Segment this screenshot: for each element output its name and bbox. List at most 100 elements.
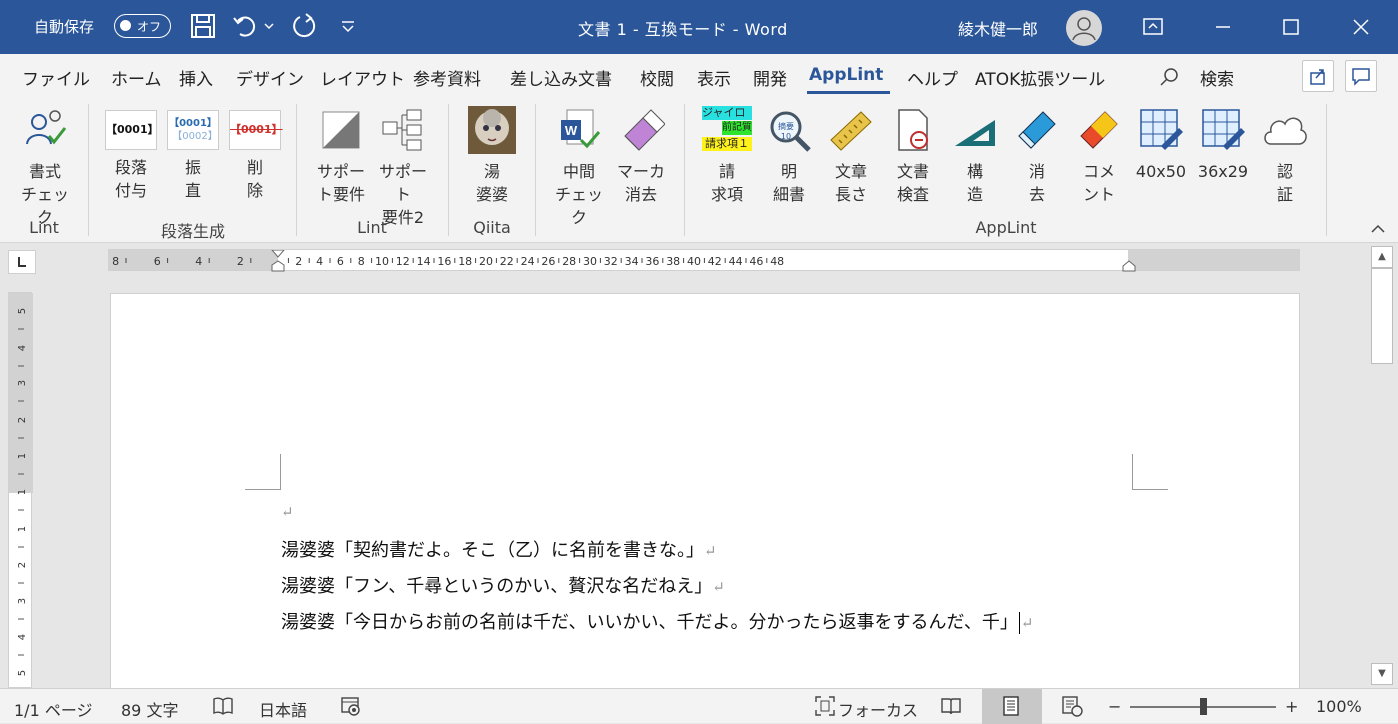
close-icon[interactable]: [1338, 0, 1384, 54]
zoom-out-button[interactable]: −: [1108, 697, 1121, 716]
zoom-in-button[interactable]: +: [1285, 697, 1298, 716]
tab-references[interactable]: 参考資料: [413, 65, 481, 90]
renumber-button[interactable]: 【0001】 【0002】 振 直: [162, 106, 224, 202]
proofing-book-icon[interactable]: [212, 695, 234, 717]
web-layout-icon[interactable]: [1061, 695, 1083, 717]
grid-pencil-icon: [1199, 106, 1247, 154]
claims-button[interactable]: ジャイロ 前記質 請求項１ 請 求項: [696, 106, 758, 206]
delete-number-button[interactable]: 【0001】 削 除: [224, 106, 286, 202]
collapse-ribbon-icon[interactable]: [1370, 220, 1386, 239]
right-indent-marker[interactable]: [1122, 260, 1136, 272]
tab-insert[interactable]: 挿入: [179, 65, 213, 90]
group-lint-1: Lint: [29, 218, 59, 237]
customize-toolbar-icon[interactable]: [338, 12, 368, 42]
group-separator: [1326, 104, 1327, 236]
grid-40x50-button[interactable]: 40x50: [1130, 106, 1192, 183]
focus-label[interactable]: フォーカス: [838, 697, 918, 721]
vruler-label: 1: [17, 526, 28, 532]
renumber-label: 振 直: [184, 158, 201, 200]
paragraph-number-button[interactable]: 【0001】 段落 付与: [100, 106, 162, 202]
tab-home[interactable]: ホーム: [111, 65, 162, 90]
vruler-label: 5: [17, 308, 28, 314]
tab-view[interactable]: 表示: [697, 65, 731, 90]
document-paragraph[interactable]: 湯婆婆「今日からお前の名前は千だ、いいかい、千だよ。分かったら返事をするんだ、千…: [281, 608, 1034, 634]
triangle-ruler-icon: [951, 106, 999, 154]
magnifier-icon: 摘要10: [765, 106, 813, 154]
accessibility-icon[interactable]: [340, 695, 362, 717]
document-paragraph[interactable]: 湯婆婆「契約書だよ。そこ（乙）に名前を書きな。」↵: [281, 536, 717, 562]
scroll-up-icon[interactable]: ▲: [1371, 246, 1393, 268]
support-req2-button[interactable]: サポート 要件2: [372, 106, 434, 229]
grid-36x29-button[interactable]: 36x29: [1192, 106, 1254, 183]
focus-icon[interactable]: [814, 695, 836, 717]
document-paragraph[interactable]: 湯婆婆「フン、千尋というのかい、贅沢な名だねえ」↵: [281, 572, 725, 598]
erase-button[interactable]: 消 去: [1006, 106, 1068, 206]
ruler-label: 4: [195, 255, 202, 268]
tab-help[interactable]: ヘルプ: [907, 65, 958, 90]
hanging-indent-marker[interactable]: [271, 260, 285, 272]
tab-selector[interactable]: [8, 250, 36, 274]
tab-layout[interactable]: レイアウト: [320, 65, 405, 90]
claims-icon: ジャイロ 前記質 請求項１: [702, 106, 752, 154]
tab-developer[interactable]: 開発: [753, 65, 787, 90]
yubaba-label: 湯 婆婆: [475, 162, 508, 204]
user-name[interactable]: 綾木健一郎: [958, 16, 1038, 40]
search-icon[interactable]: [1158, 66, 1180, 88]
interim-check-button[interactable]: W 中間 チェック: [548, 106, 610, 229]
comments-icon[interactable]: [1345, 60, 1377, 92]
read-mode-icon[interactable]: [940, 695, 962, 717]
vruler-ticks: 5 4 3 2 1 1 1 2 3 4 5: [17, 308, 28, 676]
tab-applint[interactable]: AppLint: [809, 65, 883, 85]
tab-review[interactable]: 校閲: [640, 65, 674, 90]
ruler-label: 8: [358, 255, 365, 268]
clear-marker-button[interactable]: マーカ 消去: [610, 106, 672, 206]
minimize-icon[interactable]: [1200, 0, 1246, 54]
svg-text:W: W: [565, 123, 578, 138]
vertical-ruler[interactable]: 5 4 3 2 1 1 1 2 3 4 5: [8, 292, 33, 688]
tab-file[interactable]: ファイル: [22, 65, 90, 90]
horizontal-ruler[interactable]: 8 6 4 2 2 4 6 8 10 12 14 16 18 20 22 24 26 28 30 32 34 36 38 40…: [108, 249, 1300, 272]
share-icon[interactable]: [1302, 60, 1334, 92]
yubaba-button[interactable]: 湯 婆婆: [461, 106, 523, 206]
save-icon[interactable]: [189, 12, 219, 42]
grid-36x29-label: 36x29: [1197, 162, 1249, 181]
print-layout-icon[interactable]: [1000, 695, 1022, 717]
maximize-icon[interactable]: [1268, 0, 1314, 54]
support-req-button[interactable]: サポー ト要件: [310, 106, 372, 206]
redo-icon[interactable]: [290, 12, 320, 42]
autosave-toggle[interactable]: オフ: [114, 14, 171, 38]
tab-mailings[interactable]: 差し込み文書: [510, 65, 612, 90]
zoom-level[interactable]: 100%: [1316, 697, 1362, 716]
undo-dropdown-icon[interactable]: [263, 12, 277, 42]
ruler-label: 44: [729, 255, 743, 268]
scroll-down-icon[interactable]: ▼: [1371, 663, 1393, 685]
tab-design[interactable]: デザイン: [236, 65, 304, 90]
structure-button[interactable]: 構 造: [944, 106, 1006, 206]
specification-button[interactable]: 摘要10 明 細書: [758, 106, 820, 206]
empty-paragraph[interactable]: ↵: [281, 501, 294, 522]
search-label[interactable]: 検索: [1200, 65, 1234, 90]
document-check-button[interactable]: 文書 検査: [882, 106, 944, 206]
tab-atok[interactable]: ATOK拡張ツール: [975, 65, 1105, 90]
text-length-button[interactable]: 文章 長さ: [820, 106, 882, 206]
word-count[interactable]: 89 文字: [121, 697, 178, 721]
zoom-slider-thumb[interactable]: [1200, 698, 1207, 715]
clear-marker-label: マーカ 消去: [616, 162, 665, 204]
avatar[interactable]: [1066, 10, 1102, 46]
text-length-label: 文章 長さ: [834, 162, 867, 204]
vertical-scrollbar[interactable]: ▲ ▼: [1368, 243, 1398, 688]
status-bar: 1/1 ページ 89 文字 日本語 フォーカス − + 100%: [0, 688, 1398, 724]
renumber-icon: 【0001】 【0002】: [167, 110, 219, 150]
language[interactable]: 日本語: [259, 697, 307, 721]
scroll-thumb[interactable]: [1371, 268, 1393, 364]
format-check-button[interactable]: 書式 チェック: [14, 106, 76, 229]
ribbon-display-options-icon[interactable]: [1130, 0, 1176, 54]
ruler-label: 22: [500, 255, 514, 268]
undo-icon[interactable]: [232, 12, 262, 42]
document-page[interactable]: ↵ 湯婆婆「契約書だよ。そこ（乙）に名前を書きな。」↵ 湯婆婆「フン、千尋という…: [110, 293, 1300, 689]
page-count[interactable]: 1/1 ページ: [14, 697, 93, 721]
comment-button[interactable]: コメ ント: [1068, 106, 1130, 206]
authentication-button[interactable]: 認 証: [1254, 106, 1316, 206]
first-line-indent-marker[interactable]: [271, 250, 285, 258]
text-cursor: [1018, 612, 1020, 634]
